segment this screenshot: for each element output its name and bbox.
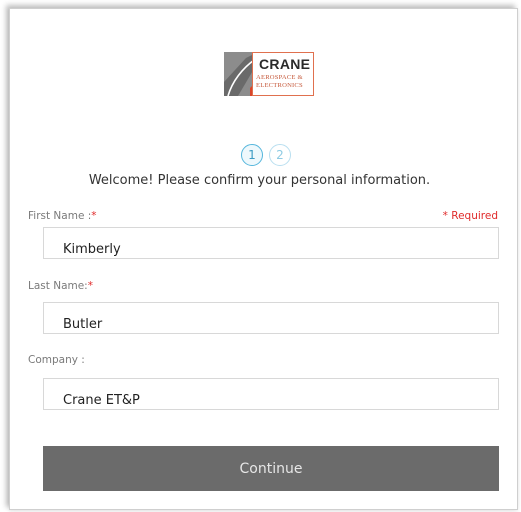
step-2: 2 [269,144,291,166]
last-name-label: Last Name:* [28,280,93,292]
brand-name: CRANE [259,56,311,72]
company-field-wrapper [43,378,499,410]
first-name-input[interactable] [44,228,498,258]
required-note: * Required [442,210,498,222]
continue-button[interactable]: Continue [43,446,499,491]
last-name-label-text: Last Name: [28,280,88,292]
last-name-field-wrapper [43,302,499,334]
first-name-field-wrapper [43,227,499,259]
company-label: Company : [28,354,85,366]
brand-subtitle-line1: AEROSPACE & [256,74,303,81]
step-1: 1 [241,144,263,166]
brand-subtitle-line2: ELECTRONICS [256,82,303,89]
step-indicator: 1 2 [241,144,291,166]
confirm-info-card: CRANE AEROSPACE & ELECTRONICS 1 2 Welcom… [9,8,518,510]
company-input[interactable] [44,379,498,409]
brand-subtitle: AEROSPACE & ELECTRONICS [256,74,314,90]
company-label-text: Company : [28,354,85,366]
last-name-required-mark: * [87,280,93,292]
first-name-required-mark: * [91,210,97,222]
first-name-label: First Name :* [28,210,97,222]
welcome-message: Welcome! Please confirm your personal in… [88,173,431,188]
crane-logo-box: CRANE AEROSPACE & ELECTRONICS [252,52,314,96]
crane-logo: CRANE AEROSPACE & ELECTRONICS [224,52,314,96]
last-name-input[interactable] [44,303,498,333]
first-name-label-text: First Name : [28,210,92,222]
